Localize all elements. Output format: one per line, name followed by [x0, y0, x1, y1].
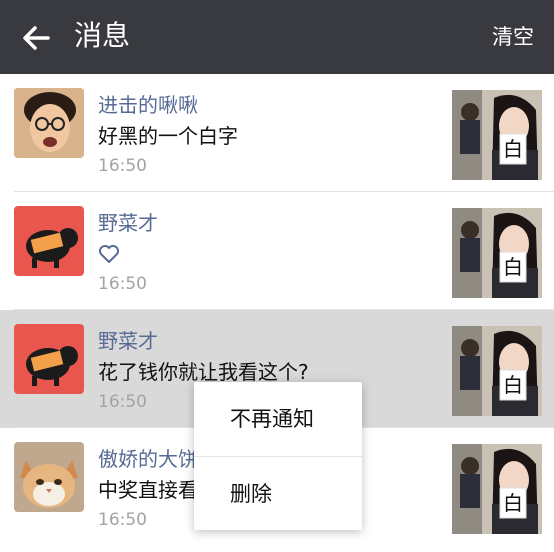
top-bar: 消息 清空 — [0, 0, 554, 74]
page-title: 消息 — [74, 19, 131, 52]
thumbnail-char: 白 — [503, 491, 523, 515]
back-arrow-icon[interactable] — [20, 22, 52, 54]
clear-button[interactable]: 清空 — [492, 20, 534, 54]
timestamp: 16:50 — [98, 156, 147, 176]
photo-girl-icon: 白 — [452, 326, 542, 416]
avatar[interactable] — [14, 324, 84, 394]
timestamp: 16:50 — [98, 510, 147, 530]
thumbnail-image[interactable]: 白 — [452, 90, 542, 180]
thumbnail-image[interactable]: 白 — [452, 326, 542, 416]
heart-icon — [99, 245, 119, 263]
avatar[interactable] — [14, 206, 84, 276]
list-item[interactable]: 进击的啾啾 好黑的一个白字 16:50 白 — [0, 74, 554, 192]
sender-name[interactable]: 傲娇的大饼 — [98, 446, 198, 472]
timestamp: 16:50 — [98, 274, 147, 294]
avatar[interactable] — [14, 88, 84, 158]
delete-menu-item[interactable]: 删除 — [194, 457, 362, 531]
cat-avatar-icon — [14, 442, 84, 512]
avatar[interactable] — [14, 442, 84, 512]
sender-name[interactable]: 进击的啾啾 — [98, 92, 198, 118]
message-content: 好黑的一个白字 — [98, 124, 238, 148]
sender-name[interactable]: 野菜才 — [98, 210, 158, 236]
thumbnail-char: 白 — [503, 373, 523, 397]
photo-girl-icon: 白 — [452, 444, 542, 534]
thumbnail-image[interactable]: 白 — [452, 444, 542, 534]
thumbnail-char: 白 — [503, 255, 523, 279]
pig-avatar-icon — [14, 324, 84, 394]
timestamp: 16:50 — [98, 392, 147, 412]
man-glasses-avatar-icon — [14, 88, 84, 158]
pig-avatar-icon — [14, 206, 84, 276]
message-content: 中奖直接看 — [98, 478, 198, 502]
photo-girl-icon: 白 — [452, 208, 542, 298]
thumbnail-image[interactable]: 白 — [452, 208, 542, 298]
context-menu: 不再通知 删除 — [194, 382, 362, 530]
mute-notifications-menu-item[interactable]: 不再通知 — [194, 382, 362, 456]
thumbnail-char: 白 — [503, 137, 523, 161]
photo-girl-icon: 白 — [452, 90, 542, 180]
sender-name[interactable]: 野菜才 — [98, 328, 158, 354]
list-item[interactable]: 野菜才 16:50 白 — [0, 192, 554, 310]
